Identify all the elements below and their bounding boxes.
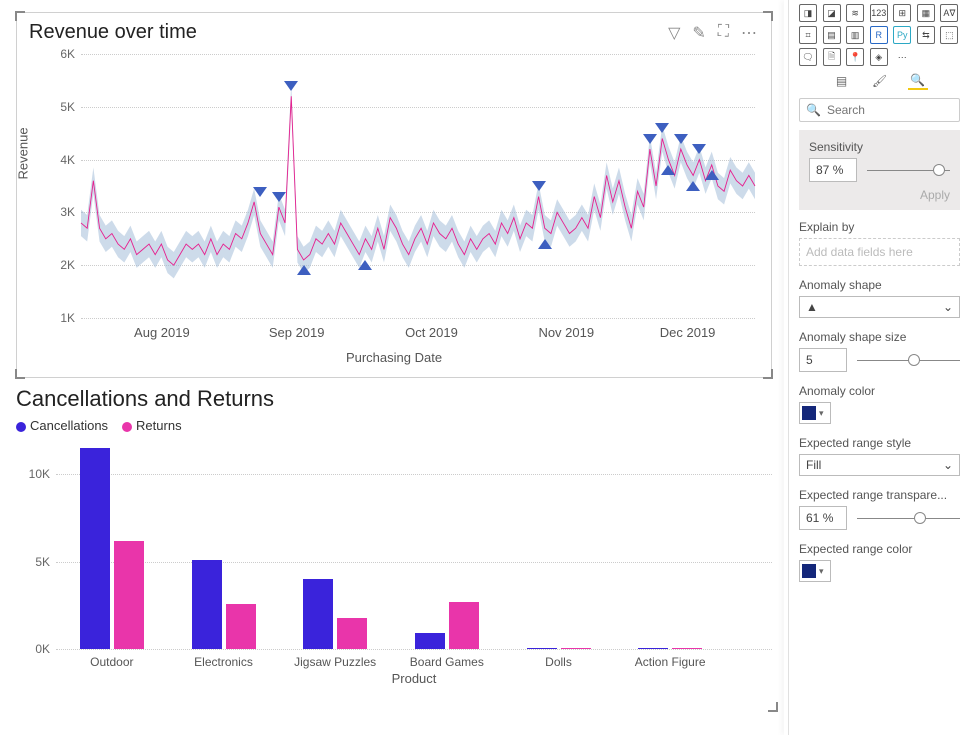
sensitivity-slider[interactable] xyxy=(867,164,950,176)
viz-type-icon[interactable]: ▦ xyxy=(917,4,935,22)
range-transparency-label: Expected range transpare... xyxy=(799,488,960,502)
range-color-picker[interactable]: ▾ xyxy=(799,560,831,582)
filter-icon[interactable]: ▽ xyxy=(668,23,680,43)
viz-type-icon[interactable]: Py xyxy=(893,26,911,44)
anomaly-shape-size-slider[interactable] xyxy=(857,354,960,366)
range-color-label: Expected range color xyxy=(799,542,960,556)
chevron-down-icon: ⌄ xyxy=(943,300,953,314)
line-plot-area: 1K2K3K4K5K6KAug 2019Sep 2019Oct 2019Nov … xyxy=(81,54,755,318)
search-box[interactable]: 🔍 xyxy=(799,98,960,122)
bar-plot-area: 0K5K10KOutdoorElectronicsJigsaw PuzzlesB… xyxy=(56,439,772,649)
search-input[interactable] xyxy=(827,103,953,117)
get-more-visuals-icon[interactable]: ⋯ xyxy=(893,48,911,66)
sensitivity-input[interactable]: 87 % xyxy=(809,158,857,182)
chart-title: Revenue over time xyxy=(29,21,759,44)
range-transparency-input[interactable]: 61 % xyxy=(799,506,847,530)
anomaly-shape-label: Anomaly shape xyxy=(799,278,960,292)
range-style-dropdown[interactable]: Fill⌄ xyxy=(799,454,960,476)
explain-by-field-well[interactable]: Add data fields here xyxy=(799,238,960,266)
viz-gallery: ◨ ◪ ≋ 123 ⊞ ▦ Aᐁ ⌗ ▤ ▥ R Py ⇆ ⬚ 🗨 🗎 📍 ◈ … xyxy=(799,4,960,66)
viz-type-icon[interactable]: ▤ xyxy=(823,26,841,44)
spotlight-icon[interactable]: ✎ xyxy=(692,23,705,43)
range-transparency-slider[interactable] xyxy=(857,512,960,524)
search-icon: 🔍 xyxy=(806,103,821,117)
viz-type-icon[interactable]: 123 xyxy=(870,4,888,22)
viz-type-icon[interactable]: ◈ xyxy=(870,48,888,66)
more-options-icon[interactable]: ⋯ xyxy=(741,23,757,43)
viz-type-icon[interactable]: 🗨 xyxy=(799,48,817,66)
viz-type-icon[interactable]: ▥ xyxy=(846,26,864,44)
anomaly-color-label: Anomaly color xyxy=(799,384,960,398)
cancellations-bar-chart[interactable]: Cancellations and Returns CancellationsR… xyxy=(16,386,772,686)
viz-type-icon[interactable]: 📍 xyxy=(846,48,864,66)
anomaly-shape-dropdown[interactable]: ▲⌄ xyxy=(799,296,960,318)
sensitivity-label: Sensitivity xyxy=(809,140,950,154)
y-axis-label: Revenue xyxy=(16,127,31,179)
revenue-line-chart[interactable]: Revenue over time ▽ ✎ ⛶ ⋯ Revenue 1K2K3K… xyxy=(16,12,772,378)
anomaly-color-picker[interactable]: ▾ xyxy=(799,402,831,424)
viz-type-icon[interactable]: ⇆ xyxy=(917,26,935,44)
format-tab-icon[interactable]: 🖌 xyxy=(870,72,890,90)
viz-type-icon[interactable]: ⊞ xyxy=(893,4,911,22)
viz-type-icon[interactable]: ◪ xyxy=(823,4,841,22)
chart-title-2: Cancellations and Returns xyxy=(16,386,772,412)
analytics-tab-icon[interactable]: 🔍 xyxy=(908,72,928,90)
range-style-label: Expected range style xyxy=(799,436,960,450)
format-panel: ◨ ◪ ≋ 123 ⊞ ▦ Aᐁ ⌗ ▤ ▥ R Py ⇆ ⬚ 🗨 🗎 📍 ◈ … xyxy=(788,0,970,735)
focus-mode-icon[interactable]: ⛶ xyxy=(718,23,729,43)
viz-type-icon[interactable]: ≋ xyxy=(846,4,864,22)
viz-type-icon[interactable]: R xyxy=(870,26,888,44)
viz-type-icon[interactable]: ⬚ xyxy=(940,26,958,44)
apply-button[interactable]: Apply xyxy=(809,188,950,202)
explain-by-label: Explain by xyxy=(799,220,960,234)
chevron-down-icon: ⌄ xyxy=(943,458,953,472)
fields-tab-icon[interactable]: ▤ xyxy=(832,72,852,90)
x-axis-label-2: Product xyxy=(56,671,772,686)
viz-type-icon[interactable]: Aᐁ xyxy=(940,4,958,22)
x-axis-label: Purchasing Date xyxy=(29,350,759,365)
anomaly-shape-size-label: Anomaly shape size xyxy=(799,330,960,344)
viz-type-icon[interactable]: ⌗ xyxy=(799,26,817,44)
anomaly-shape-size-input[interactable]: 5 xyxy=(799,348,847,372)
legend: CancellationsReturns xyxy=(16,418,772,433)
viz-type-icon[interactable]: ◨ xyxy=(799,4,817,22)
viz-type-icon[interactable]: 🗎 xyxy=(823,48,841,66)
